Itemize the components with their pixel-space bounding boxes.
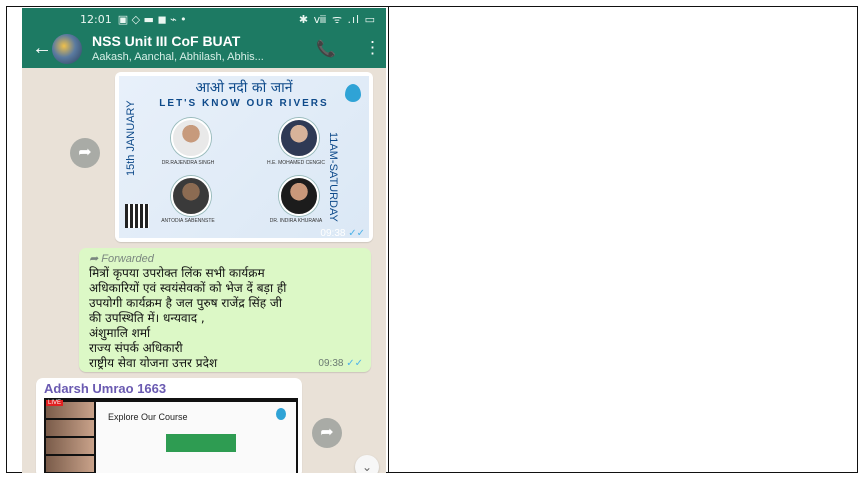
participant-strip xyxy=(46,402,94,473)
slide-image xyxy=(166,434,236,452)
poster-date: 15th JANUARY xyxy=(125,100,137,176)
video-call-screenshot: LIVE Explore Our Course xyxy=(44,398,298,473)
speaker-name: DR.RAJENDRA SINGH xyxy=(161,160,215,166)
speaker-photo xyxy=(171,118,211,158)
chat-members[interactable]: Aakash, Aanchal, Abhilash, Abhis... xyxy=(92,51,292,63)
back-arrow-icon[interactable]: ← xyxy=(32,37,52,60)
media-message[interactable]: Adarsh Umrao 1663 LIVE Explore Our Cours… xyxy=(36,378,302,473)
live-badge: LIVE xyxy=(46,400,64,406)
speaker-photo xyxy=(171,176,211,216)
speaker-photo xyxy=(279,118,319,158)
poster-timestamp: 09:38 ✓✓ xyxy=(320,228,365,239)
forward-arrow-icon[interactable]: ➦ xyxy=(312,418,342,448)
speaker-name: ANTODIA SABENNSTE xyxy=(161,218,215,224)
frame-divider xyxy=(388,6,389,473)
poster-image: आओ नदी को जानें LET'S KNOW OUR RIVERS 15… xyxy=(119,76,369,238)
status-icons-left: ▣ ◇ ▬ ◼ ⌁ • xyxy=(117,12,187,26)
poster-image-message[interactable]: आओ नदी को जानें LET'S KNOW OUR RIVERS 15… xyxy=(115,72,373,242)
double-check-icon: ✓✓ xyxy=(348,228,365,239)
forwarded-label-text: Forwarded xyxy=(101,253,154,265)
double-check-icon: ✓✓ xyxy=(346,358,363,369)
speaker-name: H.E. MOHAMED CENGIC xyxy=(266,160,326,166)
message-line: की उपस्थिति में। धन्यवाद , xyxy=(89,311,205,325)
group-avatar[interactable] xyxy=(52,34,82,64)
more-vertical-icon[interactable]: ⋮ xyxy=(364,38,381,58)
qr-code xyxy=(125,204,149,228)
chat-area: ➦ आओ नदी को जानें LET'S KNOW OUR RIVERS … xyxy=(22,68,386,473)
participant-video xyxy=(46,420,94,436)
message-line: उपयोगी कार्यक्रम है जल पुरुष राजेंद्र सि… xyxy=(89,296,282,310)
poster-time: 11AM-SATURDAY xyxy=(327,132,339,222)
message-line: मित्रों कृपया उपरोक्त लिंक सभी कार्यक्रम xyxy=(89,266,265,280)
slide-title: Explore Our Course xyxy=(108,412,188,422)
presentation-slide: Explore Our Course xyxy=(96,402,296,473)
status-icons-right: ✱ ⅷ ᯤ .ıl ▭ xyxy=(298,12,376,26)
message-time-value: 09:38 xyxy=(318,358,344,369)
drop-logo-icon xyxy=(276,408,286,420)
forward-arrow-icon[interactable]: ➦ xyxy=(70,138,100,168)
status-time: 12:01 xyxy=(80,12,112,26)
forwarded-label: ➦ Forwarded xyxy=(89,252,154,265)
phone-screen: 12:01 ▣ ◇ ▬ ◼ ⌁ • ✱ ⅷ ᯤ .ıl ▭ ← NSS Unit… xyxy=(22,8,386,473)
poster-title-hindi: आओ नदी को जानें xyxy=(195,80,293,96)
forwarded-message[interactable]: ➦ Forwarded मित्रों कृपया उपरोक्त लिंक स… xyxy=(79,248,371,372)
message-line: राज्य संपर्क अधिकारी xyxy=(89,341,183,355)
speaker-name: DR. INDIRA KHURANA xyxy=(269,218,323,224)
participant-video xyxy=(46,438,94,454)
message-text: मित्रों कृपया उपरोक्त लिंक सभी कार्यक्रम… xyxy=(89,266,365,371)
chat-title[interactable]: NSS Unit III CoF BUAT xyxy=(92,33,240,49)
drop-logo-icon xyxy=(345,84,361,102)
poster-time-value: 09:38 xyxy=(320,228,346,239)
message-timestamp: 09:38 ✓✓ xyxy=(318,358,363,369)
add-call-icon[interactable]: 📞 xyxy=(316,39,336,59)
participant-video xyxy=(46,456,94,472)
forwarded-icon: ➦ xyxy=(89,253,99,265)
message-line: अधिकारियों एवं स्वयंसेवकों को भेज दें बड… xyxy=(89,281,287,295)
poster-title-english: LET'S KNOW OUR RIVERS xyxy=(159,98,329,109)
chat-header: ← NSS Unit III CoF BUAT Aakash, Aanchal,… xyxy=(22,30,386,68)
sender-name[interactable]: Adarsh Umrao 1663 xyxy=(44,381,166,396)
speaker-photo xyxy=(279,176,319,216)
message-line: अंशुमालि शर्मा xyxy=(89,326,151,340)
status-bar: 12:01 ▣ ◇ ▬ ◼ ⌁ • ✱ ⅷ ᯤ .ıl ▭ xyxy=(22,8,386,30)
scroll-down-icon[interactable]: ⌄ xyxy=(355,455,379,473)
